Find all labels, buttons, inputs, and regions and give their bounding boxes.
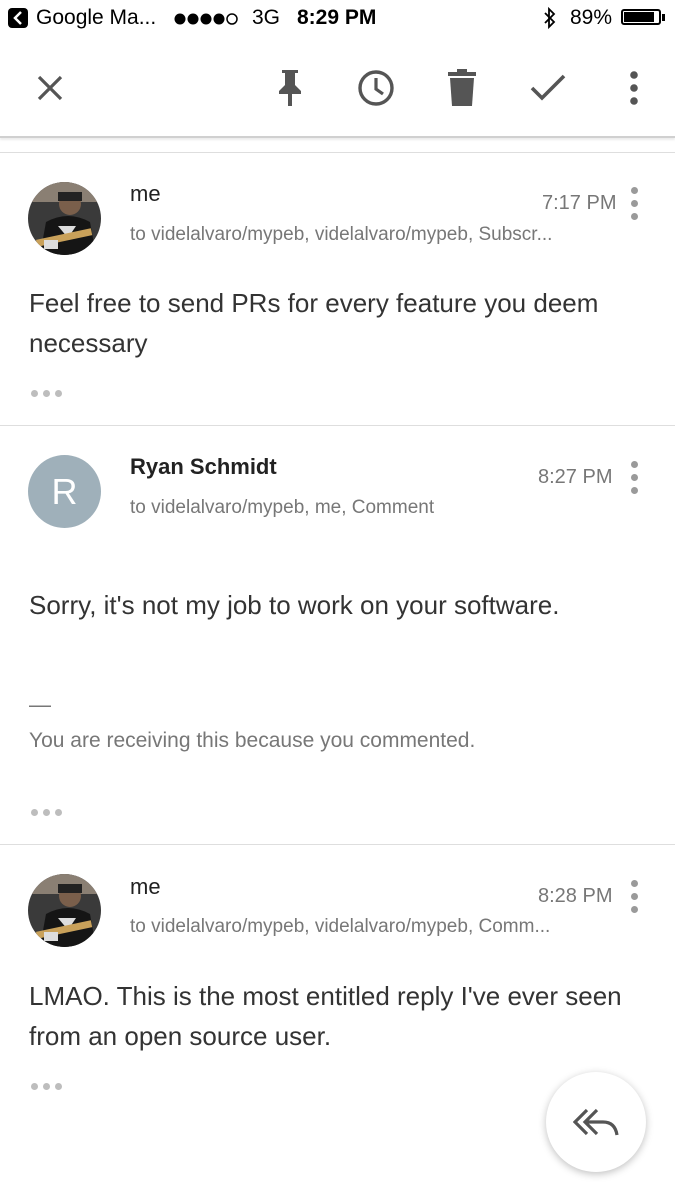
reply-all-icon <box>573 1108 619 1136</box>
notification-footer: You are receiving this because you comme… <box>29 729 476 752</box>
delete-icon <box>448 69 476 106</box>
close-button[interactable] <box>28 66 72 110</box>
more-options-button[interactable] <box>612 66 656 110</box>
signal-icon <box>174 13 238 25</box>
divider <box>0 844 675 845</box>
show-trimmed-content-icon[interactable] <box>31 390 63 398</box>
done-icon <box>530 74 566 101</box>
message-more-icon[interactable] <box>626 186 644 222</box>
signature-separator: — <box>29 692 51 717</box>
avatar[interactable] <box>28 182 101 255</box>
pin-button[interactable] <box>268 66 312 110</box>
message-time: 7:17 PM <box>542 192 617 214</box>
battery-percent: 89% <box>570 6 613 29</box>
show-trimmed-content-icon[interactable] <box>31 809 63 817</box>
message-body: Sorry, it's not my job to work on your s… <box>29 590 560 620</box>
sender-name: Ryan Schmidt <box>130 454 277 479</box>
avatar[interactable]: R <box>28 455 101 528</box>
battery-fill <box>624 12 655 22</box>
reply-all-button[interactable] <box>546 1072 646 1172</box>
show-trimmed-content-icon[interactable] <box>31 1083 63 1091</box>
avatar-photo <box>28 874 101 947</box>
message-more-icon[interactable] <box>626 460 644 496</box>
avatar-letter: R <box>51 470 78 512</box>
battery-icon <box>621 9 661 25</box>
done-button[interactable] <box>526 66 570 110</box>
snooze-button[interactable] <box>354 66 398 110</box>
recipients[interactable]: to videlalvaro/mypeb, me, Comment <box>130 497 434 519</box>
divider <box>0 152 675 153</box>
more-icon <box>630 71 638 105</box>
pin-icon <box>279 70 301 106</box>
battery-tip <box>662 14 665 21</box>
message-more-icon[interactable] <box>626 879 644 915</box>
avatar[interactable] <box>28 874 101 947</box>
close-icon <box>37 75 63 101</box>
status-bar: Google Ma... 3G 8:29 PM 89% <box>0 0 675 38</box>
message-time: 8:28 PM <box>538 885 613 907</box>
sender-name: me <box>130 874 161 899</box>
message-body: Feel free to send PRs for every feature … <box>29 288 599 358</box>
recipients[interactable]: to videlalvaro/mypeb, videlalvaro/mypeb,… <box>130 916 550 938</box>
back-to-app-icon[interactable] <box>8 8 28 28</box>
recipients[interactable]: to videlalvaro/mypeb, videlalvaro/mypeb,… <box>130 224 552 246</box>
network-type: 3G <box>252 6 281 29</box>
conversation-toolbar <box>0 38 675 138</box>
delete-button[interactable] <box>440 66 484 110</box>
message-body: LMAO. This is the most entitled reply I'… <box>29 981 622 1051</box>
sender-name: me <box>130 181 161 206</box>
clock: 8:29 PM <box>297 6 377 29</box>
bluetooth-icon <box>544 6 556 30</box>
divider <box>0 425 675 426</box>
message-time: 8:27 PM <box>538 466 613 488</box>
avatar-photo <box>28 182 101 255</box>
snooze-icon <box>358 70 394 106</box>
back-app-label[interactable]: Google Ma... <box>36 6 156 30</box>
